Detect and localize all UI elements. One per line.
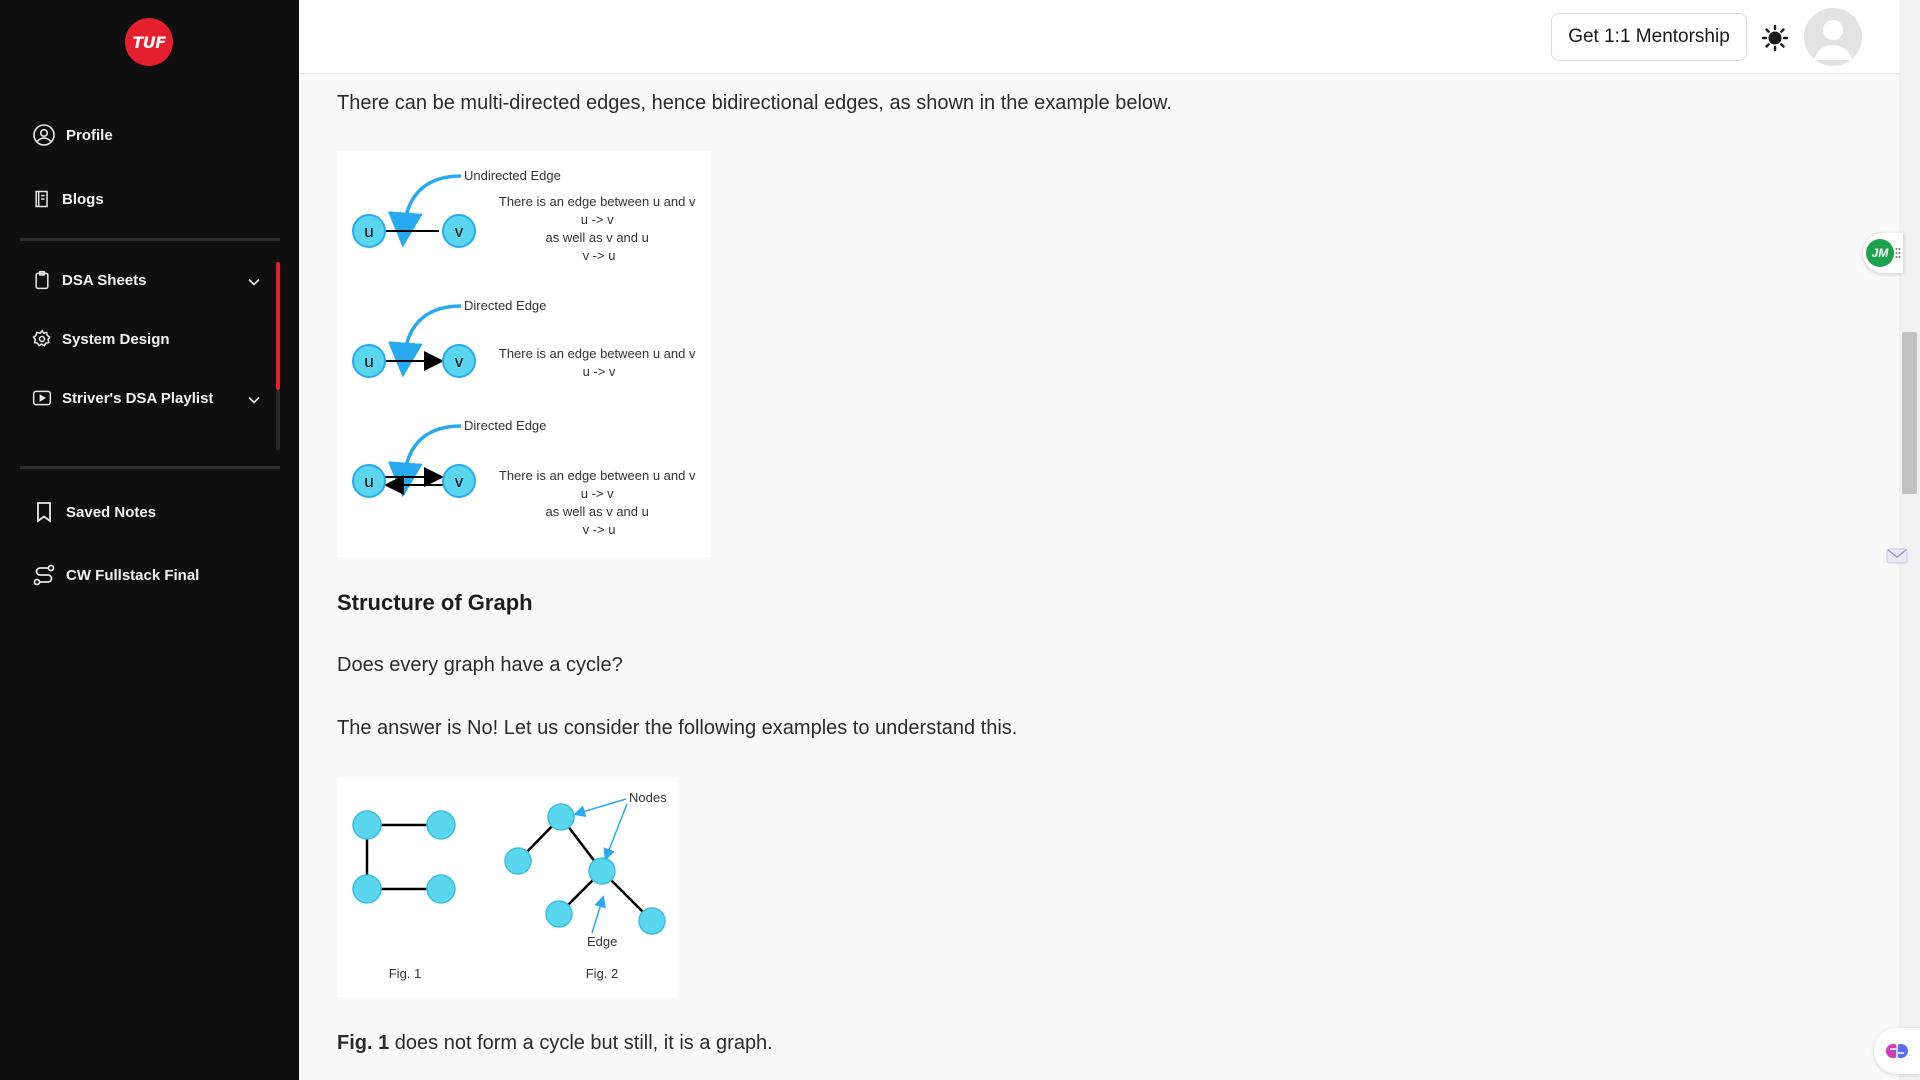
undirected-title: Undirected Edge (464, 168, 561, 183)
fig2-caption: Fig. 2 (586, 966, 619, 981)
nodes-pointer (603, 803, 628, 861)
bidirected-title: Directed Edge (464, 418, 546, 433)
top-header: Get 1:1 Mentorship (299, 0, 1899, 74)
sidebar-item-profile[interactable]: Profile (32, 123, 113, 147)
scroll-indicator (276, 262, 280, 390)
sidebar-item-label: Saved Notes (66, 503, 157, 521)
nodes-label: Nodes (629, 790, 667, 805)
avatar[interactable] (1804, 8, 1862, 66)
fig1-caption: Fig. 1 (389, 966, 422, 981)
page-scrollbar-thumb[interactable] (1902, 332, 1917, 494)
undirected-description: There is an edge between u and v u -> v … (499, 194, 699, 263)
node-u-label: u (364, 222, 373, 241)
fig1-graph (352, 810, 456, 904)
node-v-label: v (455, 222, 464, 241)
book-icon (35, 190, 48, 208)
node-u-label: u (364, 352, 373, 371)
edge-types-diagram: Undirected Edge u v There is an edge bet… (352, 168, 699, 537)
sidebar-item-label: Blogs (62, 190, 104, 208)
paragraph-fig1-note: Fig. 1 does not form a cycle but still, … (337, 1032, 773, 1055)
bidirected-description: There is an edge between u and v u -> v … (499, 468, 699, 537)
sidebar-item-system-design[interactable]: System Design (32, 329, 170, 349)
directed-title: Directed Edge (464, 298, 546, 313)
sidebar: TUF Profile Blogs DSA Sheets System Desi… (0, 0, 299, 1080)
paragraph-multi-directed: There can be multi-directed edges, hence… (337, 92, 1172, 114)
default-user-icon (1804, 8, 1862, 66)
node-v-label: v (455, 352, 464, 371)
section-heading: Structure of Graph (337, 590, 533, 615)
sidebar-item-saved-notes[interactable]: Saved Notes (32, 500, 156, 524)
directed-description: There is an edge between u and v u -> v (499, 346, 699, 379)
sidebar-item-label: Striver's DSA Playlist (62, 389, 214, 407)
nodes-pointer (573, 798, 627, 818)
sidebar-item-label: DSA Sheets (62, 271, 147, 289)
drag-handle-icon[interactable] (1895, 247, 1901, 259)
edge-label: Edge (587, 934, 617, 949)
paragraph-answer: The answer is No! Let us consider the fo… (337, 717, 1018, 739)
jm-badge: JM (1866, 239, 1894, 267)
clipboard-icon (35, 270, 49, 290)
fig2-graph (504, 803, 666, 935)
mail-extension-icon[interactable] (1886, 545, 1908, 567)
mentorship-button[interactable]: Get 1:1 Mentorship (1551, 13, 1747, 61)
user-circle-icon (33, 124, 55, 146)
play-icon (32, 390, 52, 406)
theme-toggle-icon[interactable] (1761, 24, 1789, 52)
node-v-label: v (455, 472, 464, 491)
fig1-reference: Fig. 1 (337, 1032, 390, 1054)
brain-icon (1886, 1044, 1908, 1058)
chevron-down-icon[interactable] (244, 390, 264, 410)
graph-structure-diagram: Nodes Edge Fig. 1 Fig. 2 (352, 790, 667, 981)
route-icon (33, 564, 55, 586)
bookmark-icon (37, 502, 51, 523)
graph-structure-figure: Nodes Edge Fig. 1 Fig. 2 (337, 777, 677, 997)
sidebar-item-dsa-playlist[interactable]: Striver's DSA Playlist (32, 388, 213, 408)
sidebar-divider (20, 466, 280, 469)
jm-extension-button[interactable]: JM (1863, 233, 1903, 273)
sidebar-item-label: CW Fullstack Final (66, 566, 200, 584)
tuf-logo[interactable]: TUF (125, 18, 173, 66)
paragraph-question: Does every graph have a cycle? (337, 654, 623, 676)
logo-text: TUF (132, 32, 166, 52)
sidebar-item-blogs[interactable]: Blogs (32, 189, 104, 209)
node-u-label: u (364, 472, 373, 491)
sidebar-item-label: System Design (62, 330, 170, 348)
edge-types-figure: Undirected Edge u v There is an edge bet… (337, 151, 711, 557)
scroll-indicator-track (276, 390, 280, 450)
edge-pointer (591, 895, 606, 934)
sidebar-item-cw-fullstack[interactable]: CW Fullstack Final (32, 563, 199, 587)
sidebar-item-dsa-sheets[interactable]: DSA Sheets (32, 270, 146, 290)
article-content: There can be multi-directed edges, hence… (299, 74, 1899, 1080)
sidebar-divider (20, 238, 280, 241)
brain-extension-button[interactable] (1874, 1028, 1920, 1074)
page-scrollbar[interactable] (1899, 0, 1920, 1080)
chevron-down-icon[interactable] (244, 272, 264, 292)
fig1-note-text: does not form a cycle but still, it is a… (389, 1032, 773, 1054)
sidebar-item-label: Profile (66, 126, 113, 144)
gear-icon (32, 329, 51, 347)
